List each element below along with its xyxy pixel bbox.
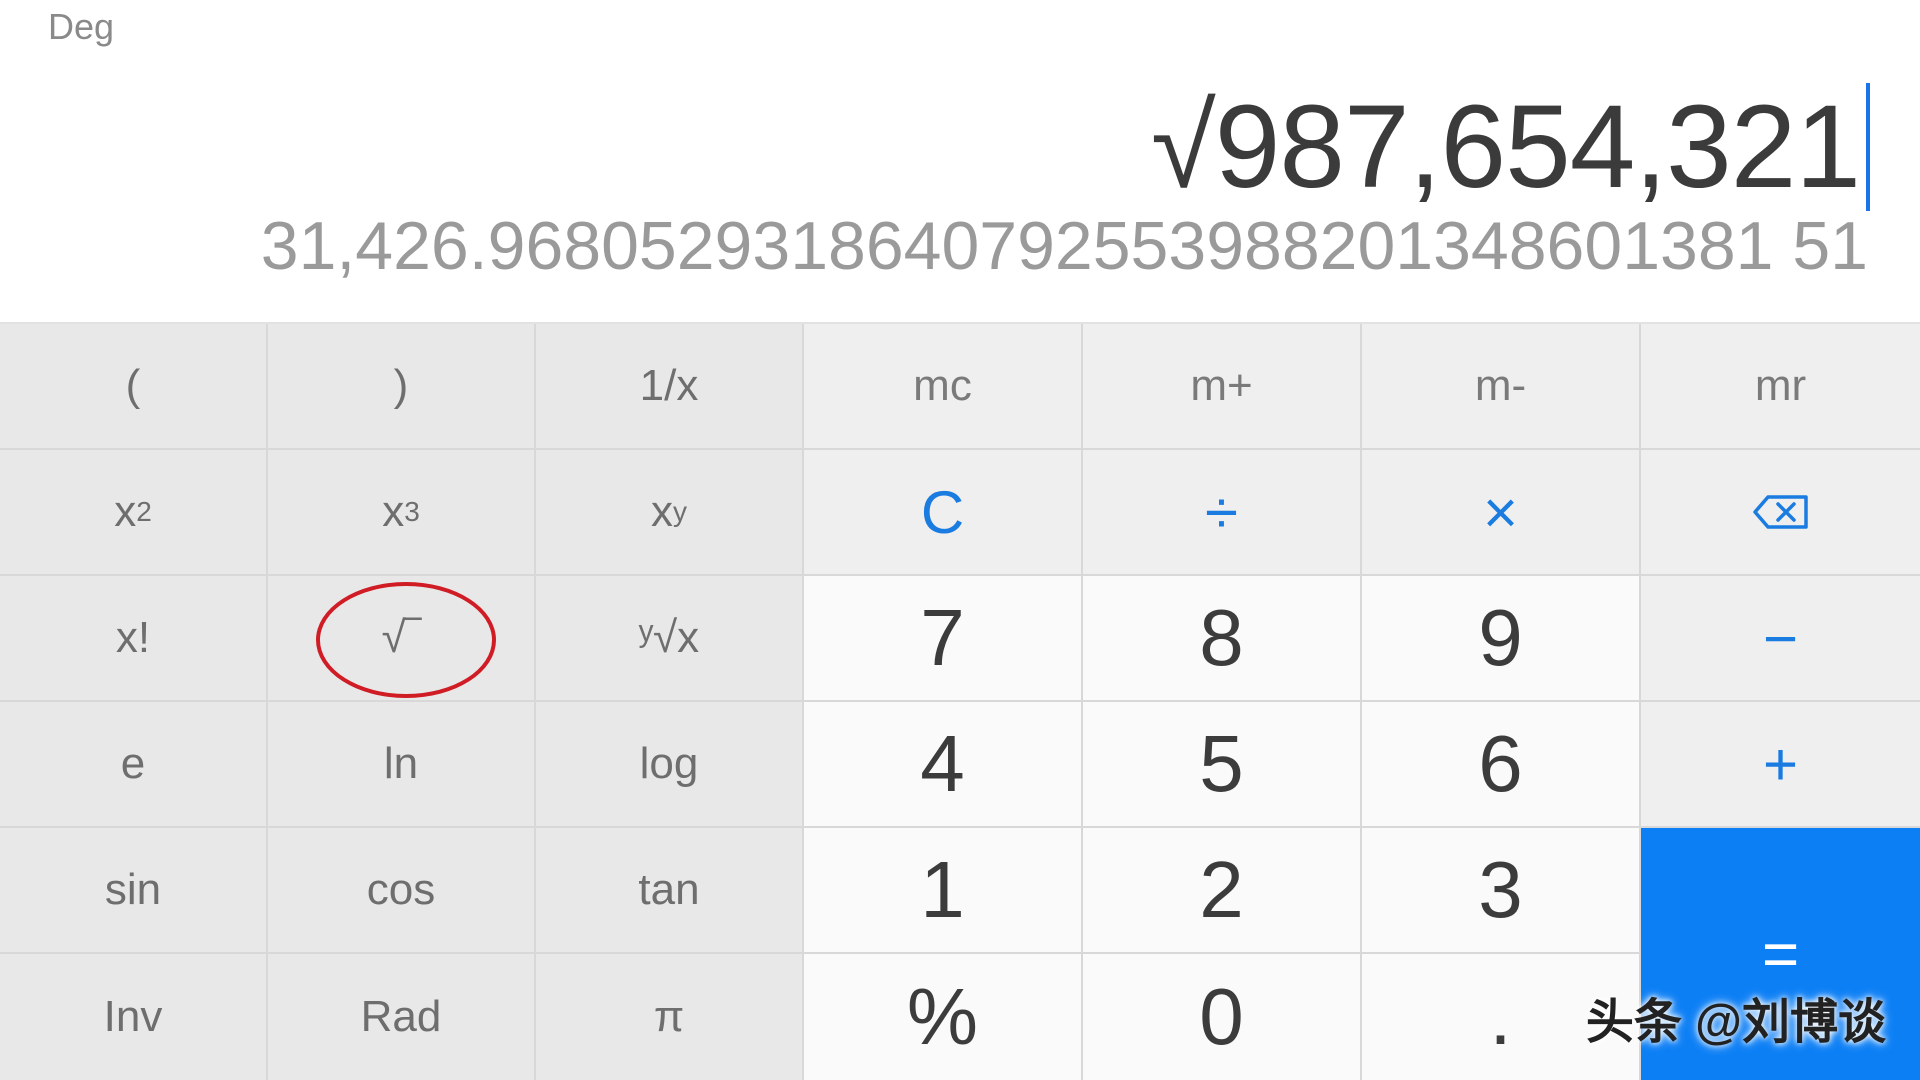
cube-exponent: 3 — [404, 496, 420, 527]
digit-5-key[interactable]: 5 — [1083, 702, 1362, 828]
expression-row[interactable]: √987,654,321 — [1151, 82, 1870, 212]
percent-key[interactable]: % — [804, 954, 1083, 1080]
natural-log-key[interactable]: ln — [268, 702, 536, 828]
reciprocal-key[interactable]: 1/x — [536, 324, 804, 450]
square-root-key[interactable]: √‾ — [268, 576, 536, 702]
sin-key[interactable]: sin — [0, 828, 268, 954]
log-key[interactable]: log — [536, 702, 804, 828]
digit-4-key[interactable]: 4 — [804, 702, 1083, 828]
inverse-key[interactable]: Inv — [0, 954, 268, 1080]
calculator-display: Deg √987,654,321 31,426.9680529318640792… — [0, 0, 1920, 324]
nth-root-key[interactable]: ʸ√x — [536, 576, 804, 702]
digit-8-key[interactable]: 8 — [1083, 576, 1362, 702]
digit-7-key[interactable]: 7 — [804, 576, 1083, 702]
tan-key[interactable]: tan — [536, 828, 804, 954]
backspace-icon — [1752, 495, 1808, 529]
euler-key[interactable]: e — [0, 702, 268, 828]
digit-0-key[interactable]: 0 — [1083, 954, 1362, 1080]
open-paren-key[interactable]: ( — [0, 324, 268, 450]
digit-3-key[interactable]: 3 — [1362, 828, 1641, 954]
memory-recall-key[interactable]: mr — [1641, 324, 1920, 450]
memory-clear-key[interactable]: mc — [804, 324, 1083, 450]
multiply-key[interactable]: × — [1362, 450, 1641, 576]
clear-key[interactable]: C — [804, 450, 1083, 576]
plus-key[interactable]: + — [1641, 702, 1920, 828]
digit-6-key[interactable]: 6 — [1362, 702, 1641, 828]
radian-key[interactable]: Rad — [268, 954, 536, 1080]
digit-9-key[interactable]: 9 — [1362, 576, 1641, 702]
digit-2-key[interactable]: 2 — [1083, 828, 1362, 954]
square-exponent: 2 — [136, 496, 152, 527]
cube-base: x — [382, 487, 405, 536]
square-key[interactable]: x2 — [0, 450, 268, 576]
pi-key[interactable]: π — [536, 954, 804, 1080]
power-exponent: y — [673, 496, 687, 527]
result-preview: 31,426.968052931864079255398820134860138… — [260, 208, 1868, 284]
memory-subtract-key[interactable]: m- — [1362, 324, 1641, 450]
calculator-screen: Deg √987,654,321 31,426.9680529318640792… — [0, 0, 1920, 1080]
close-paren-key[interactable]: ) — [268, 324, 536, 450]
cube-key[interactable]: x3 — [268, 450, 536, 576]
power-key[interactable]: xy — [536, 450, 804, 576]
power-base: x — [651, 487, 673, 536]
expression-text[interactable]: √987,654,321 — [1151, 88, 1861, 206]
square-base: x — [114, 487, 137, 536]
cos-key[interactable]: cos — [268, 828, 536, 954]
memory-add-key[interactable]: m+ — [1083, 324, 1362, 450]
digit-1-key[interactable]: 1 — [804, 828, 1083, 954]
text-cursor — [1866, 83, 1870, 211]
backspace-key[interactable] — [1641, 450, 1920, 576]
keypad: ( ) 1/x mc m+ m- mr x2 x3 xy C ÷ × x! √‾… — [0, 324, 1920, 1080]
minus-key[interactable]: − — [1641, 576, 1920, 702]
factorial-key[interactable]: x! — [0, 576, 268, 702]
watermark-text: 头条 @刘博谈 — [1585, 996, 1886, 1049]
angle-mode-indicator[interactable]: Deg — [48, 6, 114, 48]
divide-key[interactable]: ÷ — [1083, 450, 1362, 576]
